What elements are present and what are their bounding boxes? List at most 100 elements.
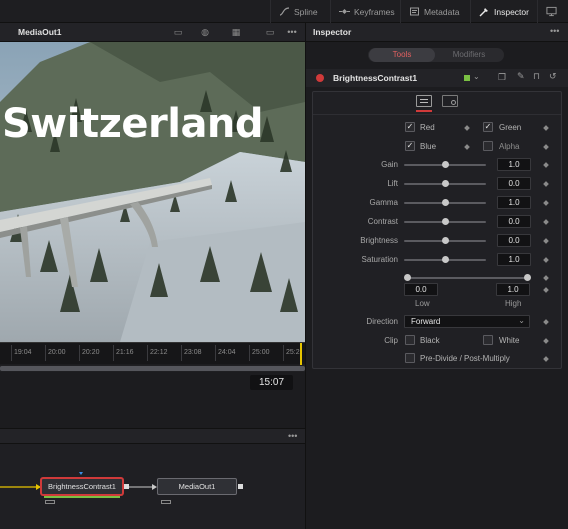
node-editor-more-button[interactable]: ••• bbox=[288, 431, 297, 441]
viewer-title: MediaOut1 bbox=[18, 27, 62, 37]
timeline-label: 21:16 bbox=[116, 349, 134, 356]
mediaout-port[interactable] bbox=[238, 484, 243, 489]
node-thumbnail-toggle[interactable] bbox=[45, 500, 55, 504]
timeline-label: 22:12 bbox=[150, 349, 168, 356]
node-editor-header: ••• bbox=[0, 428, 305, 444]
tab-inspector-label: Inspector bbox=[494, 6, 529, 17]
inspector-header: Inspector ••• bbox=[305, 23, 568, 42]
green-label: Green bbox=[499, 123, 522, 132]
viewer-spacer bbox=[0, 394, 305, 428]
inspector-body: Tools Modifiers BrightnessContrast1 ⌄ ❐ … bbox=[305, 42, 568, 529]
clip-black-checkbox[interactable] bbox=[405, 335, 415, 345]
param-value[interactable]: 0.0 bbox=[497, 215, 531, 228]
node-output-port[interactable] bbox=[124, 484, 129, 489]
param-label: Contrast bbox=[367, 217, 398, 226]
param-label: Brightness bbox=[360, 236, 398, 245]
clip-black-label: Black bbox=[420, 336, 440, 345]
lock-icon[interactable]: ⊓ bbox=[533, 71, 540, 82]
predivide-checkbox[interactable] bbox=[405, 353, 415, 363]
keyframes-icon bbox=[339, 6, 350, 17]
pin-icon[interactable]: ✎ bbox=[517, 71, 525, 82]
inspector-more-button[interactable]: ••• bbox=[550, 26, 559, 36]
range-low-label: Low bbox=[415, 299, 430, 308]
param-value[interactable]: 1.0 bbox=[497, 196, 531, 209]
direction-value: Forward bbox=[411, 317, 441, 326]
node-brightnesscontrast[interactable]: BrightnessContrast1 bbox=[41, 478, 123, 495]
tab-keyframes[interactable]: Keyframes bbox=[330, 0, 403, 23]
slider-knob[interactable] bbox=[442, 199, 449, 206]
clip-white-label: White bbox=[499, 336, 520, 345]
green-checkbox[interactable]: ✓ bbox=[483, 122, 493, 132]
slider-knob[interactable] bbox=[442, 161, 449, 168]
viewer-timeline-ruler[interactable]: 19:04 20:00 20:20 21:16 22:12 23:08 24:0… bbox=[0, 342, 305, 365]
chevron-down-icon[interactable]: ⌄ bbox=[473, 72, 480, 81]
clip-label: Clip bbox=[384, 336, 398, 345]
tool-color-swatch[interactable] bbox=[464, 75, 470, 81]
range-low-value[interactable]: 0.0 bbox=[404, 283, 438, 296]
range-high-knob[interactable] bbox=[524, 274, 531, 281]
viewer-more-button[interactable]: ••• bbox=[286, 27, 298, 38]
settings-tab-icon[interactable] bbox=[442, 95, 458, 107]
monitor-button[interactable] bbox=[537, 0, 568, 23]
chevron-down-icon: ⌄ bbox=[518, 316, 525, 325]
versions-icon[interactable]: ❐ bbox=[498, 72, 506, 83]
timeline-label: 25:00 bbox=[252, 349, 270, 356]
predivide-label: Pre-Divide / Post-Multiply bbox=[420, 354, 510, 363]
reset-icon[interactable]: ↺ bbox=[549, 71, 557, 82]
clip-white-checkbox[interactable] bbox=[483, 335, 493, 345]
range-slider-track[interactable] bbox=[407, 277, 527, 279]
range-low-knob[interactable] bbox=[404, 274, 411, 281]
param-value[interactable]: 1.0 bbox=[497, 158, 531, 171]
timeline-label: 19:04 bbox=[14, 349, 32, 356]
slider-knob[interactable] bbox=[442, 180, 449, 187]
viewer-scrollbar[interactable] bbox=[0, 365, 305, 372]
slider-knob[interactable] bbox=[442, 256, 449, 263]
range-high-label: High bbox=[505, 299, 522, 308]
param-value[interactable]: 0.0 bbox=[497, 177, 531, 190]
tool-enable-toggle[interactable] bbox=[316, 74, 324, 82]
roi-icon[interactable]: ▭ bbox=[264, 27, 276, 38]
direction-dropdown[interactable]: Forward ⌄ bbox=[404, 315, 530, 328]
viewer-header: MediaOut1 ▭ ◍ ▦ ▭ ••• bbox=[0, 23, 305, 42]
param-label: Gamma bbox=[369, 198, 398, 207]
range-high-value[interactable]: 1.0 bbox=[496, 283, 530, 296]
controls-tab-icon[interactable] bbox=[416, 95, 432, 107]
tab-tools[interactable]: Tools bbox=[369, 48, 435, 62]
blue-label: Blue bbox=[420, 142, 437, 151]
overlay-title-text: Switzerland bbox=[2, 101, 264, 147]
inspector-icon bbox=[479, 6, 490, 17]
metadata-icon bbox=[409, 6, 420, 17]
param-value[interactable]: 1.0 bbox=[497, 253, 531, 266]
alpha-label: Alpha bbox=[499, 142, 520, 151]
color-picker-icon[interactable]: ◍ bbox=[199, 27, 211, 38]
inspector-title: Inspector bbox=[313, 27, 352, 37]
tab-metadata[interactable]: Metadata bbox=[400, 0, 467, 23]
timeline-label: 20:00 bbox=[48, 349, 66, 356]
timeline-label: 25:2 bbox=[286, 349, 300, 356]
tab-spline-label: Spline bbox=[294, 6, 318, 17]
timeline-label: 23:08 bbox=[184, 349, 202, 356]
top-tab-bar: Spline Keyframes Metadata Inspector bbox=[0, 0, 568, 23]
timecode-display[interactable]: 15:07 bbox=[250, 375, 293, 390]
tab-spline[interactable]: Spline bbox=[270, 0, 326, 23]
view-options-icon[interactable]: ▭ bbox=[172, 27, 184, 38]
mediaout-thumbnail-toggle[interactable] bbox=[161, 500, 171, 504]
tab-modifiers[interactable]: Modifiers bbox=[436, 48, 502, 62]
red-label: Red bbox=[420, 123, 435, 132]
timecode-row: 15:07 bbox=[0, 372, 305, 394]
param-value[interactable]: 0.0 bbox=[497, 234, 531, 247]
slider-knob[interactable] bbox=[442, 218, 449, 225]
scrollbar-thumb[interactable] bbox=[0, 366, 305, 371]
blue-checkbox[interactable]: ✓ bbox=[405, 141, 415, 151]
tab-inspector[interactable]: Inspector bbox=[470, 0, 537, 23]
param-label: Gain bbox=[381, 160, 398, 169]
slider-knob[interactable] bbox=[442, 237, 449, 244]
playhead[interactable] bbox=[300, 343, 302, 365]
red-checkbox[interactable]: ✓ bbox=[405, 122, 415, 132]
node-editor[interactable]: BrightnessContrast1 MediaOut1 bbox=[0, 444, 305, 529]
node-mediaout[interactable]: MediaOut1 bbox=[157, 478, 237, 495]
grid-icon[interactable]: ▦ bbox=[230, 27, 242, 38]
timeline-label: 20:20 bbox=[82, 349, 100, 356]
alpha-checkbox[interactable] bbox=[483, 141, 493, 151]
node-cached-bar bbox=[44, 496, 120, 498]
